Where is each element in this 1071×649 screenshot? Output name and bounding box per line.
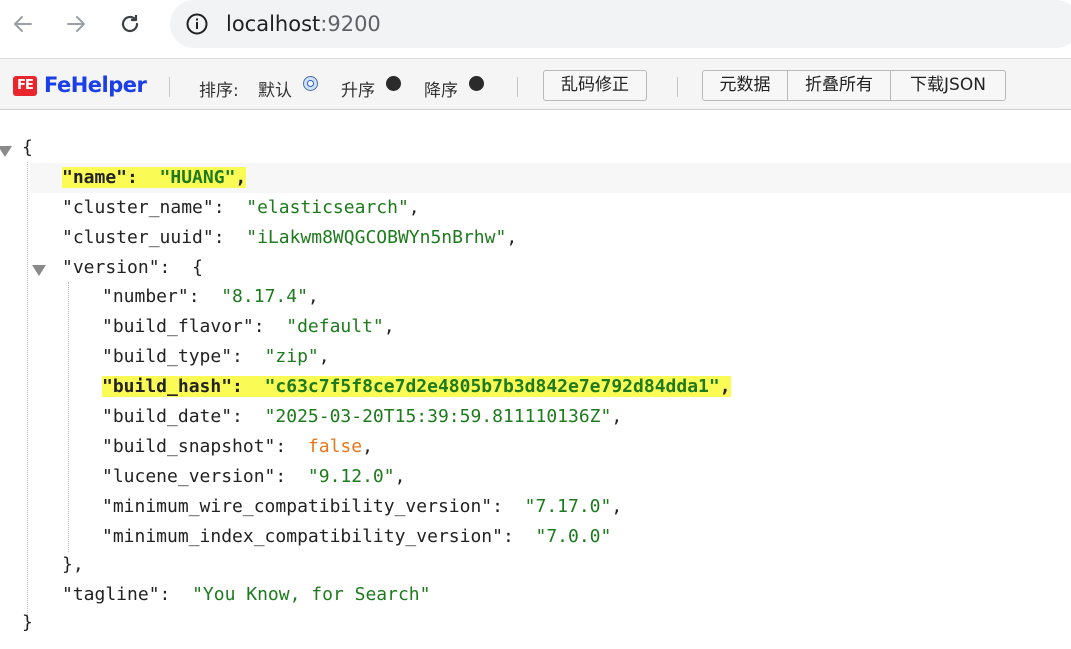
sort-default-label[interactable]: 默认 [258,76,292,101]
json-line-min-wire[interactable]: "minimum_wire_compatibility_version": "7… [102,492,622,522]
divider [517,77,518,97]
json-value: "You Know, for Search" [192,584,431,605]
sort-label: 排序: [199,81,239,101]
json-key: "tagline" [62,584,160,605]
sort-default-radio[interactable] [303,76,318,91]
divider [169,77,170,97]
fehelper-logo: FE [13,76,37,96]
sort-asc-label[interactable]: 升序 [341,76,375,101]
fehelper-title: FeHelper [44,73,147,97]
back-button[interactable] [11,12,35,36]
json-line-tagline[interactable]: "tagline": "You Know, for Search" [62,580,430,610]
metadata-button[interactable]: 元数据 [702,70,788,101]
indent-guide [27,162,28,617]
json-value: "zip" [264,346,319,367]
json-line-version[interactable]: "version": { [62,253,203,283]
info-icon[interactable] [185,12,209,36]
json-line-lucene-version[interactable]: "lucene_version": "9.12.0", [102,462,405,492]
json-value: "2025-03-20T15:39:59.811110136Z" [264,406,612,427]
address-bar[interactable]: localhost:9200 [170,0,1071,48]
divider [677,77,678,97]
json-key: "cluster_name" [62,197,214,218]
json-line-build-flavor[interactable]: "build_flavor": "default", [102,312,395,342]
json-value: "7.0.0" [535,526,612,547]
json-key: "version" [62,257,160,278]
json-viewer: { "name": "HUANG", "cluster_name": "elas… [0,110,1071,649]
json-value: false [307,436,363,457]
json-value: "c63c7f5f8ce7d2e4805b7b3d842e7e792d84dda… [264,376,720,397]
json-line-build-type[interactable]: "build_type": "zip", [102,342,330,372]
collapse-all-button[interactable]: 折叠所有 [787,70,891,101]
browser-chrome: localhost:9200 [0,0,1071,58]
json-value: "7.17.0" [524,496,612,517]
indent-guide [68,282,69,552]
json-key: "build_snapshot" [102,436,276,457]
root-open-brace: { [22,137,33,158]
json-value: "HUANG" [159,167,236,188]
json-line-build-snapshot[interactable]: "build_snapshot": false, [102,432,373,462]
fehelper-toolbar: FE FeHelper 排序: 默认 升序 降序 乱码修正 元数据 折叠所有 下… [0,58,1071,110]
sort-desc-label[interactable]: 降序 [424,76,458,101]
arrow-left-icon [14,16,32,32]
reload-button[interactable] [118,12,142,36]
download-json-button[interactable]: 下载JSON [890,70,1006,101]
url-host: localhost [226,12,321,36]
root-close-brace: } [22,612,33,633]
json-line-number[interactable]: "number": "8.17.4", [102,282,319,312]
json-value: "default" [286,316,384,337]
collapse-toggle-root[interactable] [0,146,12,157]
json-key: "number" [102,286,189,307]
sort-desc-radio[interactable] [469,76,484,91]
json-line-min-index[interactable]: "minimum_index_compatibility_version": "… [102,522,611,552]
reload-icon [121,15,139,33]
json-value: "9.12.0" [307,466,395,487]
json-key: "name" [62,167,128,188]
json-value: "8.17.4" [221,286,308,307]
url-port: :9200 [320,12,381,36]
json-key: "minimum_wire_compatibility_version" [102,496,493,517]
arrow-right-icon [67,16,85,32]
json-line-build-hash[interactable]: "build_hash": "c63c7f5f8ce7d2e4805b7b3d8… [102,372,731,402]
json-key: "minimum_index_compatibility_version" [102,526,503,547]
json-value: "elasticsearch" [246,197,409,218]
sort-asc-radio[interactable] [386,76,401,91]
json-line-cluster-uuid[interactable]: "cluster_uuid": "iLakwm8WQGCOBWYn5nBrhw"… [62,223,517,253]
json-value: "iLakwm8WQGCOBWYn5nBrhw" [246,227,507,248]
forward-button[interactable] [64,12,88,36]
json-key: "build_hash" [102,376,233,397]
json-line-cluster-name[interactable]: "cluster_name": "elasticsearch", [62,193,420,223]
json-key: "cluster_uuid" [62,227,214,248]
json-line-name[interactable]: "name": "HUANG", [62,163,247,193]
fix-encoding-button[interactable]: 乱码修正 [543,70,647,101]
json-key: "build_type" [102,346,233,367]
url-text[interactable]: localhost:9200 [226,12,381,36]
json-line-build-date[interactable]: "build_date": "2025-03-20T15:39:59.81111… [102,402,622,432]
json-key: "build_date" [102,406,233,427]
json-key: "build_flavor" [102,316,254,337]
json-key: "lucene_version" [102,466,276,487]
version-open-brace: { [192,257,203,278]
collapse-toggle-version[interactable] [32,265,46,276]
version-close-brace: }, [62,554,84,575]
